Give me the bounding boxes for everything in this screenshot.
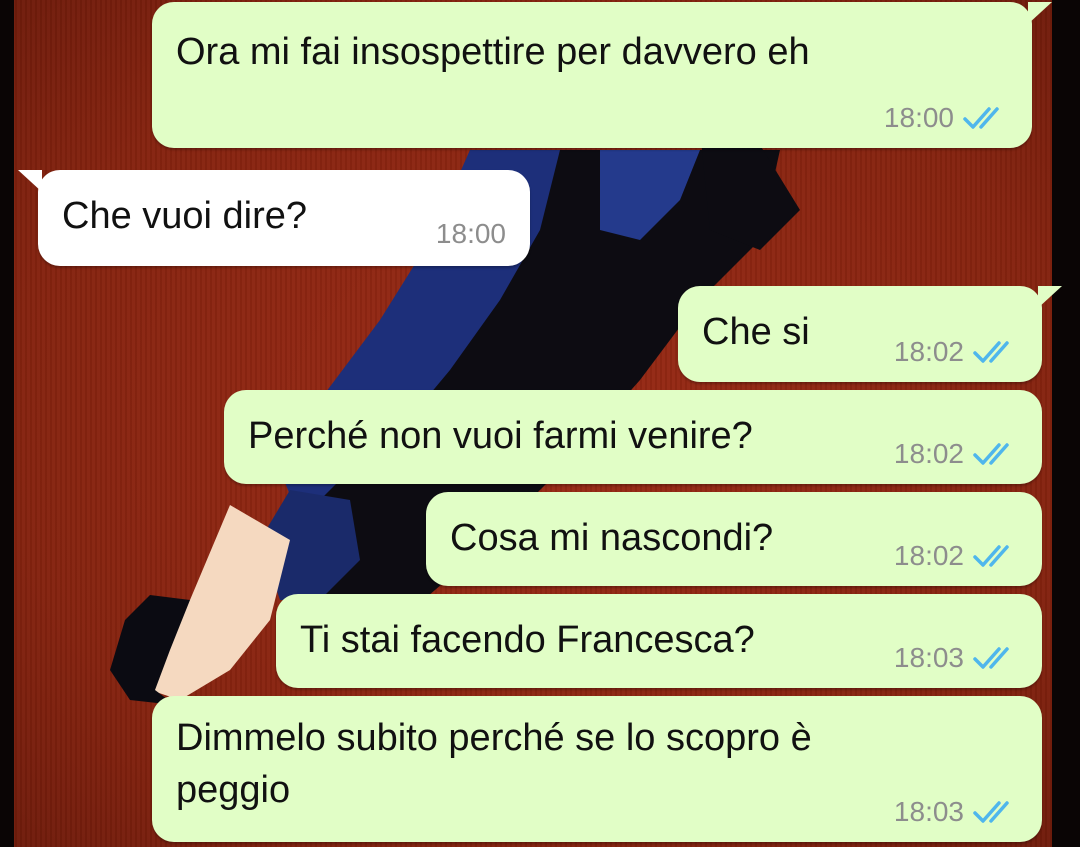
message-bubble-outgoing[interactable]: Perché non vuoi farmi venire? 18:02 <box>224 390 1042 484</box>
left-edge-shadow <box>0 0 14 847</box>
message-time: 18:02 <box>893 336 964 367</box>
double-check-read-icon <box>973 443 1009 465</box>
double-check-read-icon <box>963 107 999 129</box>
message-time: 18:02 <box>893 438 964 469</box>
message-bubble-outgoing[interactable]: Ti stai facendo Francesca? 18:03 <box>276 594 1042 688</box>
message-meta: 18:03 <box>894 796 1016 828</box>
right-edge-shadow <box>1052 0 1080 847</box>
message-text: Ti stai facendo Francesca? <box>300 619 755 661</box>
message-text: Cosa mi nascondi? <box>450 517 774 559</box>
message-bubble-outgoing[interactable]: Dimmelo subito perché se lo scopro è peg… <box>152 696 1042 842</box>
message-meta: 18:02 <box>894 540 1016 572</box>
bubble-tail <box>1038 286 1062 308</box>
message-time: 18:00 <box>435 218 506 249</box>
message-time: 18:03 <box>893 642 964 673</box>
message-meta: 18:02 <box>894 438 1016 470</box>
message-bubble-outgoing[interactable]: Ora mi fai insospettire per davvero eh 1… <box>152 2 1052 148</box>
double-check-read-icon <box>973 545 1009 567</box>
message-bubble-outgoing[interactable]: Cosa mi nascondi? 18:02 <box>426 492 1042 586</box>
message-text: Perché non vuoi farmi venire? <box>248 415 753 457</box>
message-text: Che si <box>702 311 810 353</box>
message-meta: 18:00 <box>884 102 1006 134</box>
bubble-tail <box>18 170 42 192</box>
message-text: Che vuoi dire? <box>62 195 308 237</box>
message-bubble-incoming[interactable]: Che vuoi dire? 18:00 <box>18 170 530 266</box>
message-meta: 18:02 <box>894 336 1016 368</box>
message-text: Dimmelo subito perché se lo scopro è peg… <box>176 717 812 811</box>
message-time: 18:02 <box>893 540 964 571</box>
message-meta: 18:03 <box>894 642 1016 674</box>
message-bubble-outgoing[interactable]: Che si 18:02 <box>678 286 1062 382</box>
message-time: 18:03 <box>893 796 964 827</box>
bubble-tail <box>1028 2 1052 24</box>
message-time: 18:00 <box>883 102 954 133</box>
message-meta: 18:00 <box>436 218 506 250</box>
double-check-read-icon <box>973 647 1009 669</box>
message-text: Ora mi fai insospettire per davvero eh <box>176 31 810 73</box>
double-check-read-icon <box>973 341 1009 363</box>
double-check-read-icon <box>973 801 1009 823</box>
